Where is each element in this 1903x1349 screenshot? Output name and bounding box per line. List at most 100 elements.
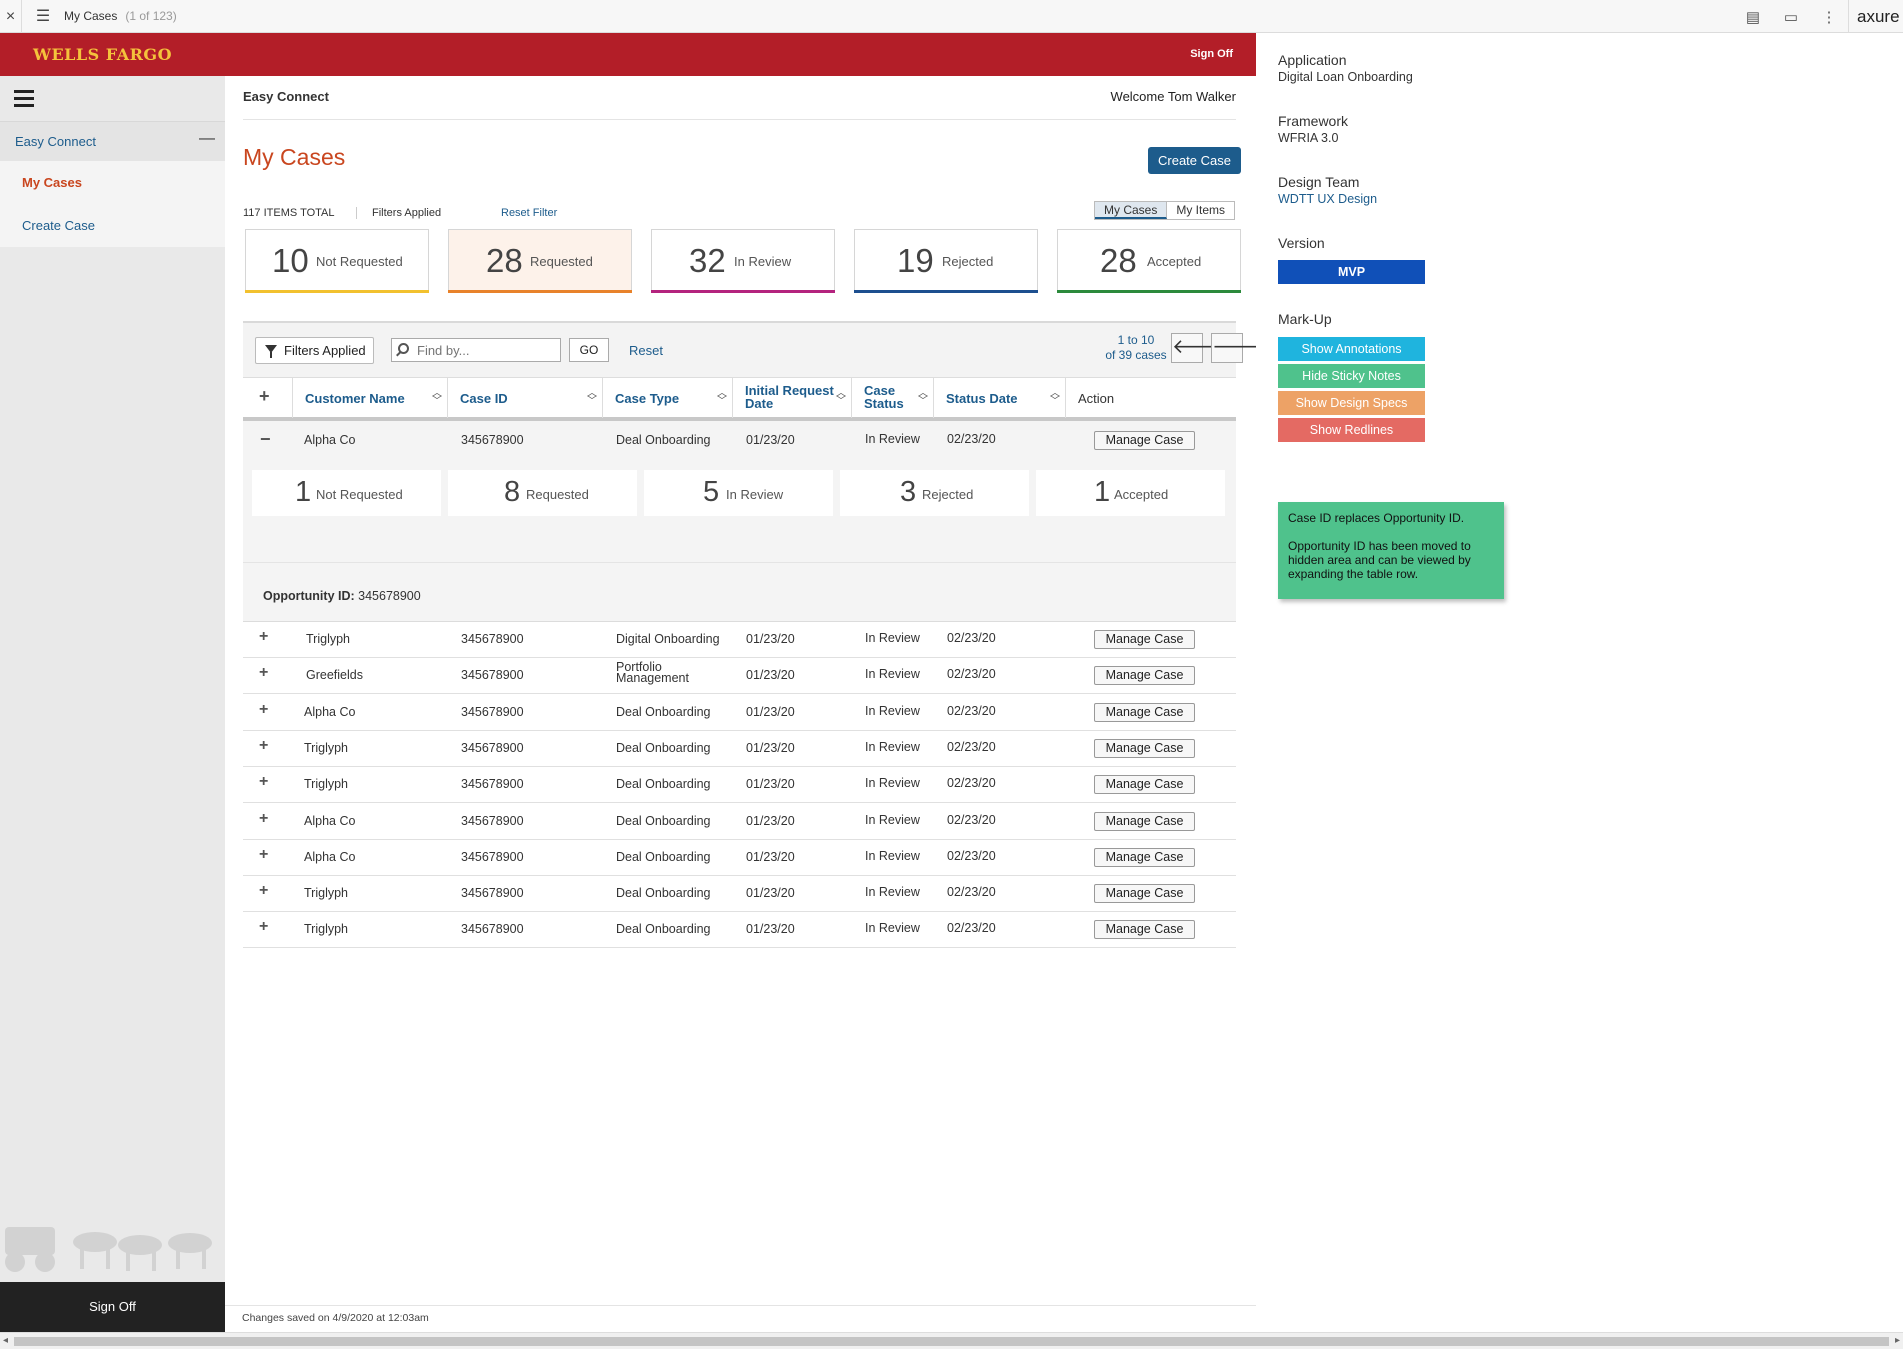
page-count: (1 of 123) <box>125 9 177 23</box>
mini-stat-label: Rejected <box>922 487 974 502</box>
toggle-my-items[interactable]: My Items <box>1167 202 1234 219</box>
show-redlines-button[interactable]: Show Redlines <box>1278 418 1425 442</box>
stagecoach-illustration <box>5 1227 212 1272</box>
sort-icon: ︿ ﹀ <box>836 388 846 407</box>
column-case-id[interactable]: Case ID ︿ ﹀ <box>448 378 603 418</box>
design-team-link[interactable]: WDTT UX Design <box>1278 192 1377 206</box>
scroll-right-icon[interactable]: ▸ <box>1895 1335 1900 1346</box>
expand-row-icon[interactable]: + <box>259 918 268 936</box>
create-case-button[interactable]: Create Case <box>1148 147 1241 174</box>
notes-icon[interactable]: ▤ <box>1734 8 1772 26</box>
sidebar-item-my-cases[interactable]: My Cases <box>0 161 225 204</box>
stat-card-in-review[interactable]: 32 In Review <box>651 229 835 293</box>
expand-row-icon[interactable]: + <box>259 628 268 646</box>
reset-filter-link[interactable]: Reset Filter <box>501 207 557 219</box>
manage-case-button[interactable]: Manage Case <box>1094 775 1195 795</box>
expand-row-icon[interactable]: + <box>259 810 268 828</box>
cell-initial-date: 01/23/20 <box>746 777 795 792</box>
cell-initial-date: 01/23/20 <box>746 433 795 447</box>
go-button[interactable]: GO <box>569 338 609 362</box>
column-action: Action <box>1066 378 1236 418</box>
design-team-label: Design Team <box>1278 174 1360 190</box>
expand-row-icon[interactable]: + <box>259 882 268 900</box>
stat-card-rejected[interactable]: 19 Rejected <box>854 229 1038 293</box>
sidebar: Easy Connect — My Cases Create Case Sign… <box>0 76 225 1332</box>
mini-stat-requested: 8 Requested <box>448 470 637 516</box>
sidebar-sign-off-button[interactable]: Sign Off <box>0 1282 225 1332</box>
close-icon[interactable]: × <box>0 0 22 33</box>
expand-row-icon[interactable]: + <box>259 664 268 682</box>
comments-icon[interactable]: ▭ <box>1772 8 1810 26</box>
manage-case-button[interactable]: Manage Case <box>1094 702 1195 722</box>
horizontal-scrollbar[interactable]: ◂ ▸ <box>0 1332 1903 1349</box>
items-total: 117 ITEMS TOTAL <box>243 207 335 219</box>
stat-color-bar <box>651 290 835 293</box>
stat-label: Accepted <box>1147 254 1202 269</box>
mini-stat-in-review: 5 In Review <box>644 470 833 516</box>
brand-logo: WELLS FARGO <box>33 45 173 64</box>
expand-row-icon[interactable]: + <box>259 846 268 864</box>
sidebar-item-create-case[interactable]: Create Case <box>0 204 225 247</box>
stat-count: 19 <box>897 242 934 279</box>
table-row: + Triglyph 345678900 Digital Onboarding 01/2… <box>243 622 1236 658</box>
manage-case-button[interactable]: Manage Case <box>1094 847 1195 867</box>
column-customer-name[interactable]: Customer Name ︿ ﹀ <box>293 378 448 418</box>
cases-table: Filters Applied GO Reset 1 to 10 of 39 c… <box>243 321 1266 949</box>
column-initial-request-date[interactable]: Initial Request Date ︿ ﹀ <box>733 378 852 418</box>
manage-case-button[interactable]: Manage Case <box>1094 431 1195 450</box>
column-case-type[interactable]: Case Type ︿ ﹀ <box>603 378 733 418</box>
expand-row-icon[interactable]: + <box>259 701 268 719</box>
expand-row-icon[interactable]: + <box>259 773 268 791</box>
expand-all-column[interactable]: + <box>243 378 293 418</box>
show-annotations-button[interactable]: Show Annotations <box>1278 337 1425 361</box>
manage-case-button[interactable]: Manage Case <box>1094 738 1195 758</box>
sidebar-section-easy-connect[interactable]: Easy Connect — <box>0 121 225 161</box>
table-row: + Triglyph 345678900 Deal Onboarding 01/23/2… <box>243 876 1236 913</box>
manage-case-button[interactable]: Manage Case <box>1094 666 1195 686</box>
cell-case-id: 345678900 <box>461 886 524 901</box>
stat-count: 28 <box>486 242 523 279</box>
expand-row-icon[interactable]: + <box>259 737 268 755</box>
header-sign-off-link[interactable]: Sign Off <box>1190 48 1233 60</box>
sidebar-section-label: Easy Connect <box>15 134 96 149</box>
search-input[interactable] <box>391 338 561 362</box>
cell-customer: Triglyph <box>304 777 348 792</box>
hamburger-icon[interactable] <box>14 90 34 111</box>
stat-card-requested[interactable]: 28 Requested <box>448 229 632 293</box>
next-page-button[interactable]: 🡒 <box>1211 333 1266 363</box>
prev-page-button[interactable]: 🡐 <box>1171 333 1226 363</box>
toggle-my-cases[interactable]: My Cases <box>1095 202 1168 219</box>
manage-case-button[interactable]: Manage Case <box>1094 811 1195 831</box>
menu-icon[interactable]: ☰ <box>32 6 54 26</box>
column-case-status[interactable]: Case Status ︿ ﹀ <box>852 378 934 418</box>
mini-stat-not-requested: 1 Not Requested <box>252 470 441 516</box>
collapse-row-icon[interactable]: − <box>260 429 271 450</box>
reset-link[interactable]: Reset <box>629 343 663 358</box>
stat-label: In Review <box>734 254 792 269</box>
column-status-date[interactable]: Status Date ︿ ﹀ <box>934 378 1066 418</box>
manage-case-button[interactable]: Manage Case <box>1094 920 1195 940</box>
manage-case-button[interactable]: Manage Case <box>1094 884 1195 904</box>
show-design-specs-button[interactable]: Show Design Specs <box>1278 391 1425 415</box>
manage-case-button[interactable]: Manage Case <box>1094 630 1195 649</box>
cell-status: In Review <box>865 667 920 682</box>
column-label: Case Type <box>615 391 680 406</box>
stat-color-bar <box>448 290 632 293</box>
more-icon[interactable]: ⋮ <box>1810 8 1848 26</box>
hide-sticky-notes-button[interactable]: Hide Sticky Notes <box>1278 364 1425 388</box>
stat-card-accepted[interactable]: 28 Accepted <box>1057 229 1241 293</box>
stat-card-not-requested[interactable]: 10 Not Requested <box>245 229 429 293</box>
status-summary: 10 Not Requested 28 Requested 32 In Revi… <box>245 229 1241 293</box>
filter-icon <box>265 345 277 358</box>
collapse-icon[interactable]: — <box>199 130 215 148</box>
table-row: + Alpha Co 345678900 Deal Onboarding 01/23/2… <box>243 694 1236 731</box>
axure-toolbar: × ☰ My Cases (1 of 123) ▤ ▭ ⋮ axure <box>0 0 1903 33</box>
cell-customer: Alpha Co <box>304 433 356 447</box>
scroll-left-icon[interactable]: ◂ <box>3 1335 8 1346</box>
mini-stat-count: 8 <box>504 476 521 508</box>
sidebar-item-label: Create Case <box>22 218 95 233</box>
sticky-note: Case ID replaces Opportunity ID. Opportu… <box>1278 502 1504 599</box>
filters-button[interactable]: Filters Applied <box>255 337 374 364</box>
scrollbar-thumb[interactable] <box>14 1337 1889 1346</box>
cell-status: In Review <box>865 921 920 936</box>
